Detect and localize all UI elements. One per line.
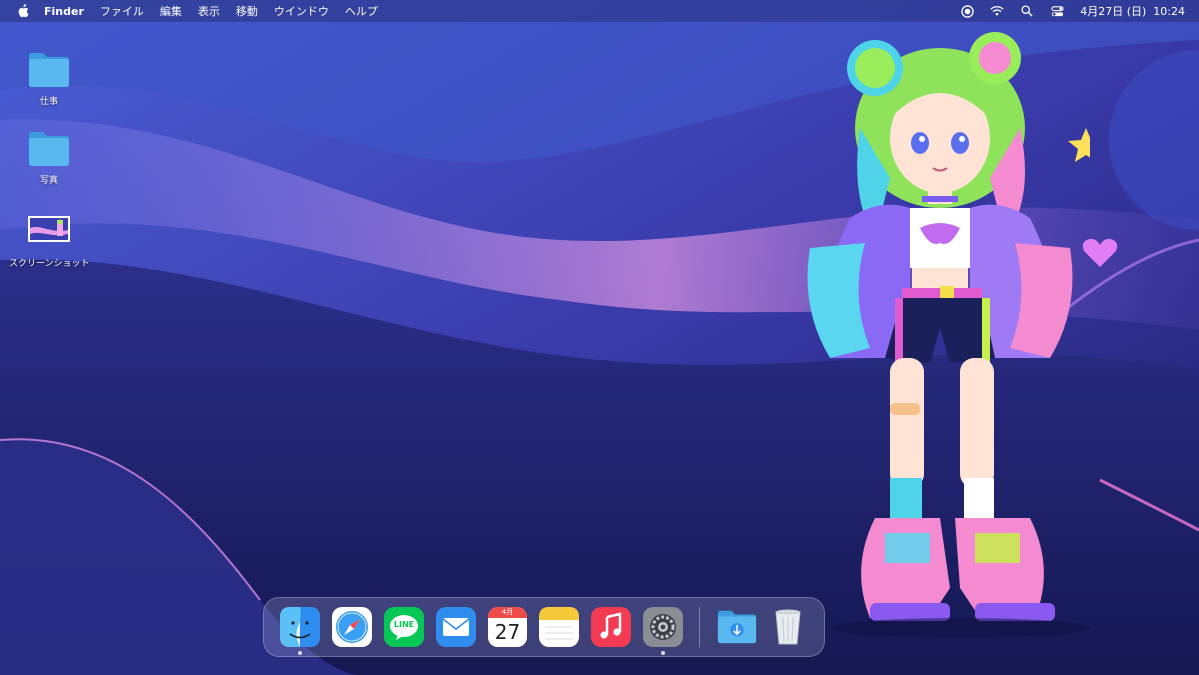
search-icon[interactable]: [1020, 4, 1034, 18]
wifi-icon[interactable]: [990, 4, 1004, 18]
dock-system-settings[interactable]: [643, 607, 684, 655]
desktop-folder-work[interactable]: 仕事: [9, 50, 89, 107]
desktop-icon-label: 写真: [39, 176, 58, 186]
menu-edit[interactable]: 編集: [160, 3, 182, 19]
menu-help[interactable]: ヘルプ: [345, 3, 378, 19]
desktop-icon-label: スクリーンショット: [9, 259, 90, 269]
menu-bar: Finder ファイル 編集 表示 移動 ウインドウ ヘルプ 4月27日 (日)…: [0, 0, 1199, 22]
dock-separator: [699, 607, 700, 647]
dock-finder[interactable]: [280, 607, 320, 655]
calendar-day: 27: [488, 618, 528, 647]
apple-icon[interactable]: [16, 4, 30, 18]
music-icon: [591, 607, 632, 647]
dock-calendar[interactable]: 4月 27: [488, 607, 528, 647]
running-indicator: [661, 651, 666, 655]
dock-trash[interactable]: [768, 607, 808, 647]
dock-line[interactable]: LINE: [384, 607, 424, 647]
folder-icon: [27, 129, 71, 167]
app-name-menu[interactable]: Finder: [44, 5, 84, 18]
downloads-folder-icon: [717, 610, 757, 644]
clock[interactable]: 4月27日 (日) 10:24: [1080, 3, 1185, 19]
anime-girl-illustration: [790, 28, 1147, 640]
dock-mail[interactable]: [436, 607, 476, 647]
control-center-icon[interactable]: [1050, 4, 1064, 18]
notes-icon: [539, 607, 580, 647]
dock-notes[interactable]: [539, 607, 580, 647]
settings-icon: [643, 607, 684, 647]
menu-file[interactable]: ファイル: [100, 3, 144, 19]
pixel-heart-icon: [1082, 237, 1118, 269]
dock-music[interactable]: [591, 607, 632, 647]
safari-icon: [332, 607, 372, 647]
line-label: LINE: [393, 620, 415, 629]
folder-icon: [27, 50, 71, 88]
dock-safari[interactable]: [332, 607, 372, 647]
dock-downloads[interactable]: [716, 607, 757, 647]
desktop-screenshot-file[interactable]: スクリーンショット: [9, 214, 90, 269]
menu-go[interactable]: 移動: [236, 3, 258, 19]
menu-window[interactable]: ウインドウ: [274, 3, 329, 19]
mail-icon: [436, 607, 476, 647]
trash-icon: [775, 609, 801, 645]
screenshot-thumbnail: [27, 214, 71, 244]
dock: LINE 4月 27: [263, 597, 825, 657]
running-indicator: [298, 651, 302, 655]
screen-record-icon[interactable]: [960, 4, 974, 18]
calendar-month: 4月: [488, 607, 528, 618]
finder-icon: [280, 607, 320, 647]
menu-view[interactable]: 表示: [198, 3, 220, 19]
desktop-folder-photos[interactable]: 写真: [9, 129, 89, 186]
desktop-icon-label: 仕事: [39, 97, 58, 107]
